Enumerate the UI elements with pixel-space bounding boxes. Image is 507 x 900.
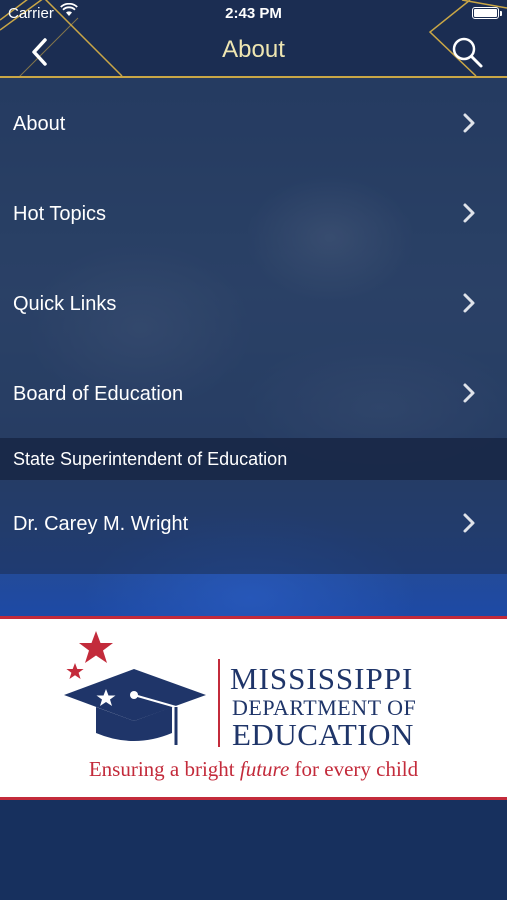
menu-item-about[interactable]: About <box>0 78 507 168</box>
section-header-superintendent: State Superintendent of Education <box>0 438 507 480</box>
menu-item-board-of-education[interactable]: Board of Education <box>0 348 507 438</box>
menu-item-hot-topics[interactable]: Hot Topics <box>0 168 507 258</box>
tagline-emphasis: future <box>239 757 290 781</box>
section-header-label: State Superintendent of Education <box>13 449 288 469</box>
logo-line-1: MISSISSIPPI <box>230 661 414 696</box>
logo-divider <box>218 659 220 747</box>
navigation-bar: Carrier 2:43 PM About <box>0 0 507 78</box>
menu-list: About Hot Topics Quick Links Board of Ed… <box>0 78 507 570</box>
battery-icon <box>472 7 502 19</box>
menu-item-carey-wright[interactable]: Dr. Carey M. Wright <box>0 480 507 570</box>
bottom-background <box>0 800 507 900</box>
status-bar: Carrier 2:43 PM <box>0 0 507 26</box>
page-title: About <box>222 36 285 63</box>
chevron-right-icon <box>463 293 475 313</box>
menu-item-label: About <box>13 113 66 135</box>
chevron-right-icon <box>463 203 475 223</box>
chevron-right-icon <box>463 383 475 403</box>
logo-line-3: EDUCATION <box>232 717 414 752</box>
mde-logo-banner: MISSISSIPPI DEPARTMENT OF EDUCATION Ensu… <box>0 616 507 800</box>
chevron-right-icon <box>463 113 475 133</box>
menu-item-label: Board of Education <box>13 383 184 405</box>
menu-item-quick-links[interactable]: Quick Links <box>0 258 507 348</box>
tagline-end: for every child <box>289 757 419 781</box>
menu-item-label: Quick Links <box>13 293 117 315</box>
menu-item-label: Hot Topics <box>13 203 107 225</box>
chevron-right-icon <box>463 513 475 533</box>
logo-tagline: Ensuring a bright future for every child <box>0 757 507 782</box>
tagline-start: Ensuring a bright <box>88 757 240 781</box>
graduation-cap-logo-icon <box>64 631 206 745</box>
menu-item-label: Dr. Carey M. Wright <box>13 513 189 535</box>
status-time: 2:43 PM <box>225 5 282 22</box>
search-icon[interactable] <box>448 34 486 72</box>
